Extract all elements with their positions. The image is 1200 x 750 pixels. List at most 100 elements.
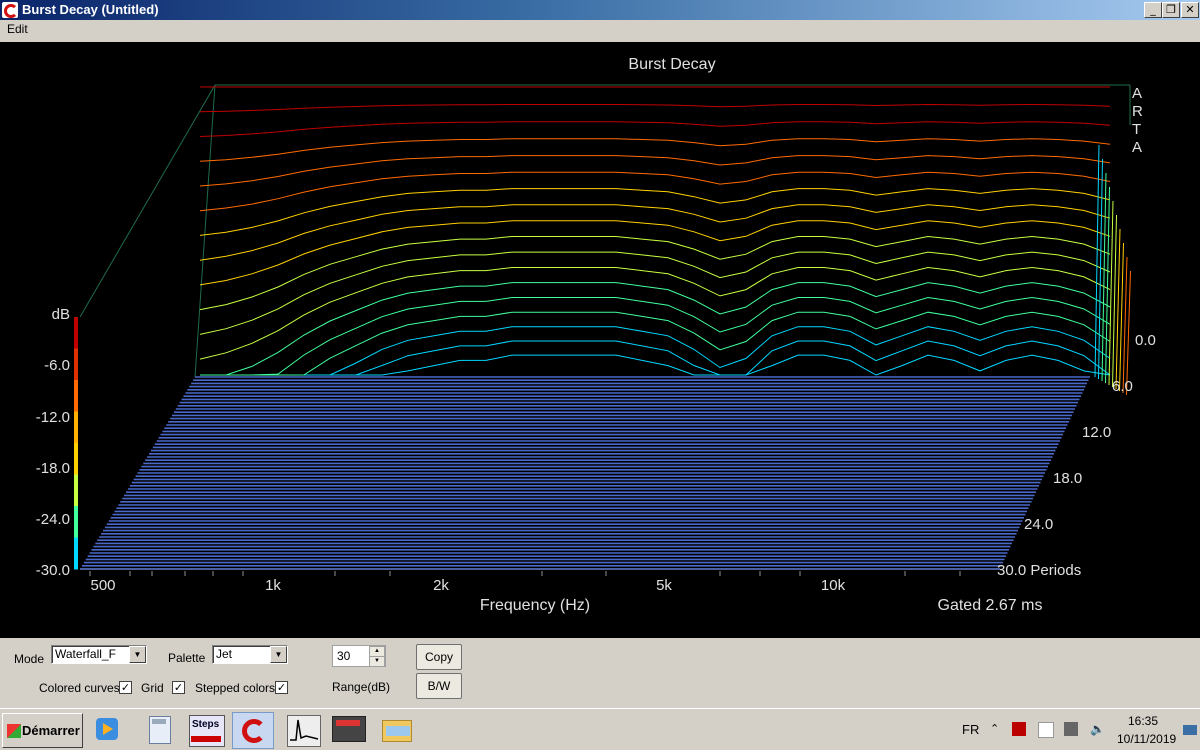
- decay-curve: [199, 121, 1111, 137]
- edge-curve: [1112, 214, 1117, 388]
- minimize-button[interactable]: _: [1144, 2, 1162, 18]
- copy-button[interactable]: Copy: [416, 644, 462, 670]
- recorder-app-icon[interactable]: [328, 712, 368, 747]
- calculator-icon[interactable]: [140, 712, 180, 747]
- chevron-down-icon[interactable]: ▼: [129, 646, 146, 663]
- edge-curve: [1115, 228, 1121, 390]
- edge-curve: [1105, 186, 1110, 384]
- show-desktop-icon[interactable]: [1183, 725, 1197, 735]
- grid-label: Grid: [141, 681, 164, 695]
- period-tick-label: 30.0 Periods: [997, 562, 1081, 579]
- colorbar-segment: [74, 380, 78, 412]
- period-tick-label: 24.0: [1024, 516, 1053, 533]
- range-value: 30: [337, 649, 351, 663]
- restore-button[interactable]: ❐: [1162, 2, 1180, 18]
- mode-select-value: Waterfall_F: [55, 647, 116, 661]
- colorbar-segment: [74, 506, 78, 538]
- edge-curve: [1126, 270, 1131, 396]
- start-button[interactable]: Démarrer: [2, 713, 83, 748]
- decay-curve: [200, 311, 1111, 376]
- arta-watermark-letter: R: [1132, 103, 1143, 120]
- colorbar-segment: [74, 348, 78, 381]
- z-tick-label: -12.0: [36, 409, 70, 426]
- impulse-app-icon[interactable]: [284, 712, 324, 747]
- colored-curves-checkbox[interactable]: ✓: [119, 681, 132, 694]
- colorbar-segment: [74, 537, 78, 570]
- x-tick-label: 500: [90, 577, 115, 594]
- menu-edit[interactable]: Edit: [7, 22, 28, 36]
- start-label: Démarrer: [22, 723, 80, 738]
- menu-bar: Edit: [0, 20, 1200, 40]
- arta-watermark-letter: A: [1132, 139, 1142, 156]
- chevron-down-icon[interactable]: ▼: [270, 646, 287, 663]
- action-center-icon[interactable]: [1038, 722, 1054, 738]
- period-tick-label: 12.0: [1082, 424, 1111, 441]
- bw-button[interactable]: B/W: [416, 673, 462, 699]
- chevron-up-icon[interactable]: ⌃: [990, 722, 1004, 736]
- x-tick-label: 10k: [821, 577, 846, 594]
- decay-curve: [199, 155, 1111, 187]
- waterfall-chart: Burst DecayARTA500 1k 2k 5k 10kFrequency (Hz…: [36, 56, 1156, 614]
- decay-curve: [199, 188, 1111, 236]
- colorbar-segment: [74, 411, 78, 444]
- decay-curve: [200, 282, 1111, 376]
- colorbar-segment: [74, 474, 78, 507]
- folder-icon[interactable]: [376, 712, 416, 747]
- spin-down-icon[interactable]: ▼: [369, 656, 385, 667]
- decay-curve: [199, 235, 1111, 311]
- edge-curve: [1098, 158, 1103, 380]
- chart-title: Burst Decay: [628, 56, 715, 73]
- edge-curve: [1101, 172, 1107, 382]
- control-panel: Mode Waterfall_F ▼ Palette Jet ▼ 30 ▲ ▼ …: [0, 638, 1200, 708]
- z-tick-label: -18.0: [36, 460, 70, 477]
- decay-curve: [199, 204, 1111, 261]
- tray-app-icon[interactable]: [1012, 722, 1026, 736]
- range-spinner[interactable]: 30 ▲ ▼: [332, 645, 386, 667]
- colored-curves-label: Colored curves: [39, 681, 120, 695]
- network-icon[interactable]: [1064, 722, 1078, 736]
- volume-icon[interactable]: 🔈: [1090, 722, 1105, 736]
- colorbar-segment: [74, 443, 78, 475]
- gated-note: Gated 2.67 ms: [938, 597, 1043, 614]
- stepped-colors-label: Stepped colors: [195, 681, 276, 695]
- period-tick-label: 6.0: [1112, 378, 1133, 395]
- decay-curve: [200, 340, 1111, 376]
- arta-watermark-letter: A: [1132, 85, 1142, 102]
- language-indicator[interactable]: FR: [962, 722, 979, 737]
- close-button[interactable]: ✕: [1181, 2, 1199, 18]
- z-tick-label: -6.0: [44, 357, 70, 374]
- clock-date[interactable]: 10/11/2019: [1117, 732, 1176, 746]
- colorbar-segment: [74, 317, 78, 349]
- palette-label: Palette: [168, 651, 206, 665]
- stepped-colors-checkbox[interactable]: ✓: [275, 681, 288, 694]
- x-tick-label: 1k: [265, 577, 281, 594]
- edge-curve: [1094, 144, 1100, 378]
- app-icon[interactable]: [2, 2, 18, 18]
- x-axis-label: Frequency (Hz): [480, 597, 590, 614]
- z-axis-label: dB: [52, 306, 70, 323]
- decay-curve: [199, 251, 1111, 335]
- grid-checkbox[interactable]: ✓: [172, 681, 185, 694]
- steps-label: Steps: [192, 719, 220, 730]
- windows-logo-icon: [7, 724, 21, 738]
- title-bar: Burst Decay (Untitled) _ ❐ ✕: [0, 0, 1200, 20]
- media-player-icon[interactable]: [88, 712, 128, 747]
- x-tick-label: 5k: [656, 577, 672, 594]
- palette-select[interactable]: Jet ▼: [212, 645, 288, 664]
- mode-select[interactable]: Waterfall_F ▼: [51, 645, 147, 664]
- z-tick-label: -24.0: [36, 511, 70, 528]
- window-title: Burst Decay (Untitled): [22, 2, 159, 17]
- decay-curve: [199, 103, 1111, 113]
- clock-time[interactable]: 16:35: [1128, 714, 1158, 728]
- edge-curve: [1108, 200, 1114, 386]
- mode-label: Mode: [14, 652, 45, 666]
- range-label: Range(dB): [332, 680, 391, 694]
- arta-app-icon[interactable]: [232, 712, 274, 749]
- burst-decay-plot: Burst Decay A R T A 500 1k 2k 5k 10k Frequency (Hz…: [0, 42, 1200, 638]
- period-tick-label: 18.0: [1053, 470, 1082, 487]
- z-tick-label: -30.0: [36, 562, 70, 579]
- x-tick-label: 2k: [433, 577, 449, 594]
- steps-app-icon[interactable]: Steps: [188, 712, 225, 747]
- taskbar: Démarrer Steps FR ⌃ 🔈 16:35 10/11/2019: [0, 708, 1200, 750]
- edge-curve: [1122, 256, 1128, 394]
